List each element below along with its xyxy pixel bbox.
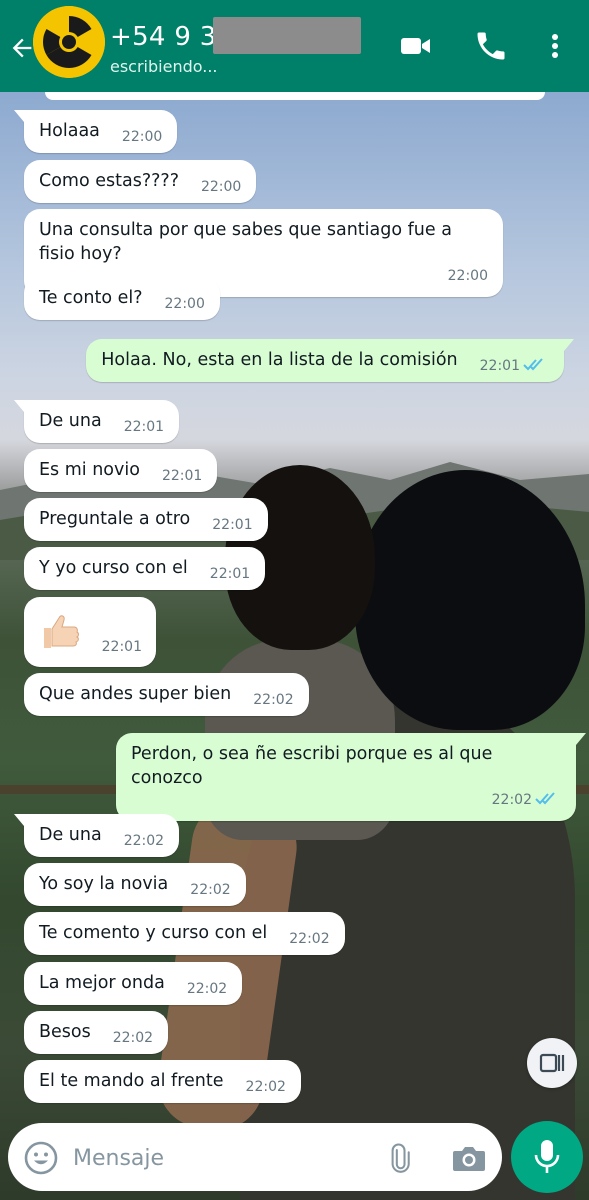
- message-incoming[interactable]: Y yo curso con el 22:01: [24, 547, 266, 590]
- message-list[interactable]: Holaaa 22:00 Como estas???? 22:00 Una cons…: [0, 92, 589, 1112]
- message-incoming[interactable]: Te conto el? 22:00: [24, 277, 220, 320]
- paperclip-icon[interactable]: [382, 1139, 418, 1175]
- message-text: De una: [39, 411, 102, 431]
- message-time: 22:01: [209, 566, 251, 582]
- message-text: Holaaa: [39, 121, 100, 141]
- message-text: Y yo curso con el: [39, 558, 188, 578]
- message-outgoing[interactable]: Holaa. No, esta en la lista de la comisi…: [86, 339, 574, 382]
- message-time: 22:02: [253, 692, 294, 708]
- message-time: 22:01: [212, 517, 253, 533]
- emoji-icon[interactable]: [24, 1141, 58, 1175]
- message-time: 22:01: [123, 419, 165, 435]
- message-input[interactable]: [71, 1137, 375, 1179]
- message-time: 22:00: [200, 179, 242, 195]
- message-incoming[interactable]: Que andes super bien 22:02: [24, 673, 309, 716]
- message-time-value: 22:02: [491, 792, 532, 808]
- camera-icon[interactable]: [451, 1141, 487, 1175]
- message-incoming[interactable]: Holaaa 22:00: [13, 110, 178, 153]
- more-vert-icon[interactable]: [537, 28, 573, 64]
- message-time: 22:00: [121, 129, 163, 145]
- thumbs-up-icon: [44, 615, 79, 648]
- message-time: 22:01: [480, 358, 549, 374]
- message-incoming[interactable]: De una 22:01: [13, 400, 180, 443]
- double-check-icon: [523, 358, 543, 371]
- message-incoming[interactable]: Te comento y curso con el 22:02: [24, 912, 345, 955]
- phone-icon[interactable]: [473, 28, 509, 64]
- double-check-icon: [535, 792, 555, 805]
- message-text: De una: [39, 825, 102, 845]
- message-text: El te mando al frente: [39, 1071, 224, 1091]
- message-time-value: 22:01: [479, 358, 520, 374]
- message-incoming[interactable]: Es mi novio 22:01: [24, 449, 218, 492]
- message-text: Yo soy la novia: [39, 874, 169, 894]
- redaction-bar: [213, 17, 361, 54]
- message-time: 22:01: [161, 468, 203, 484]
- page-scroll-button[interactable]: [527, 1038, 577, 1088]
- avatar[interactable]: [33, 6, 105, 78]
- back-arrow-icon[interactable]: [8, 34, 36, 62]
- message-text: Que andes super bien: [39, 684, 232, 704]
- message-composer: [8, 1123, 502, 1191]
- message-incoming[interactable]: La mejor onda 22:02: [24, 962, 243, 1005]
- message-incoming[interactable]: Yo soy la novia 22:02: [24, 863, 246, 906]
- message-incoming[interactable]: Preguntale a otro 22:01: [24, 498, 268, 541]
- message-text: La mejor onda: [39, 973, 165, 993]
- message-text: Te comento y curso con el: [39, 923, 268, 943]
- message-text: Besos: [39, 1022, 91, 1042]
- message-time: 22:01: [101, 639, 142, 655]
- message-time: 22:02: [112, 1030, 154, 1046]
- radiation-icon: [33, 6, 105, 78]
- message-time: 22:02: [245, 1079, 286, 1095]
- message-incoming[interactable]: Besos 22:02: [24, 1011, 169, 1054]
- message-time: 22:02: [190, 882, 231, 898]
- message-time: 22:02: [153, 788, 561, 812]
- microphone-icon: [534, 1140, 560, 1173]
- video-call-icon[interactable]: [398, 28, 434, 64]
- message-time: 22:02: [123, 833, 165, 849]
- message-text: Preguntale a otro: [39, 509, 191, 529]
- message-text: Como estas????: [39, 171, 179, 191]
- message-incoming-emoji[interactable]: 22:01: [24, 597, 156, 667]
- page-scroll-icon: [539, 1053, 565, 1073]
- message-incoming[interactable]: De una 22:02: [13, 814, 180, 857]
- message-time: 22:02: [186, 981, 228, 997]
- message-incoming[interactable]: Como estas???? 22:00: [24, 160, 257, 203]
- message-time: 22:00: [164, 296, 205, 312]
- message-incoming[interactable]: El te mando al frente 22:02: [24, 1060, 301, 1103]
- message-text: Holaa. No, esta en la lista de la comisi…: [101, 350, 458, 370]
- chat-header: +54 9 35 escribiendo...: [0, 0, 589, 92]
- message-outgoing[interactable]: Perdon, o sea ñe escribi porque es al qu…: [116, 733, 586, 821]
- message-text: Perdon, o sea ñe escribi porque es al qu…: [131, 744, 493, 788]
- message-text: Una consulta por que sabes que santiago …: [39, 220, 452, 264]
- voice-message-button[interactable]: [511, 1121, 583, 1193]
- message-text: Es mi novio: [39, 460, 140, 480]
- partial-message-bubble: [45, 92, 545, 100]
- message-text: Te conto el?: [39, 288, 143, 308]
- typing-status: escribiendo...: [110, 57, 218, 76]
- message-time: 22:02: [289, 931, 330, 947]
